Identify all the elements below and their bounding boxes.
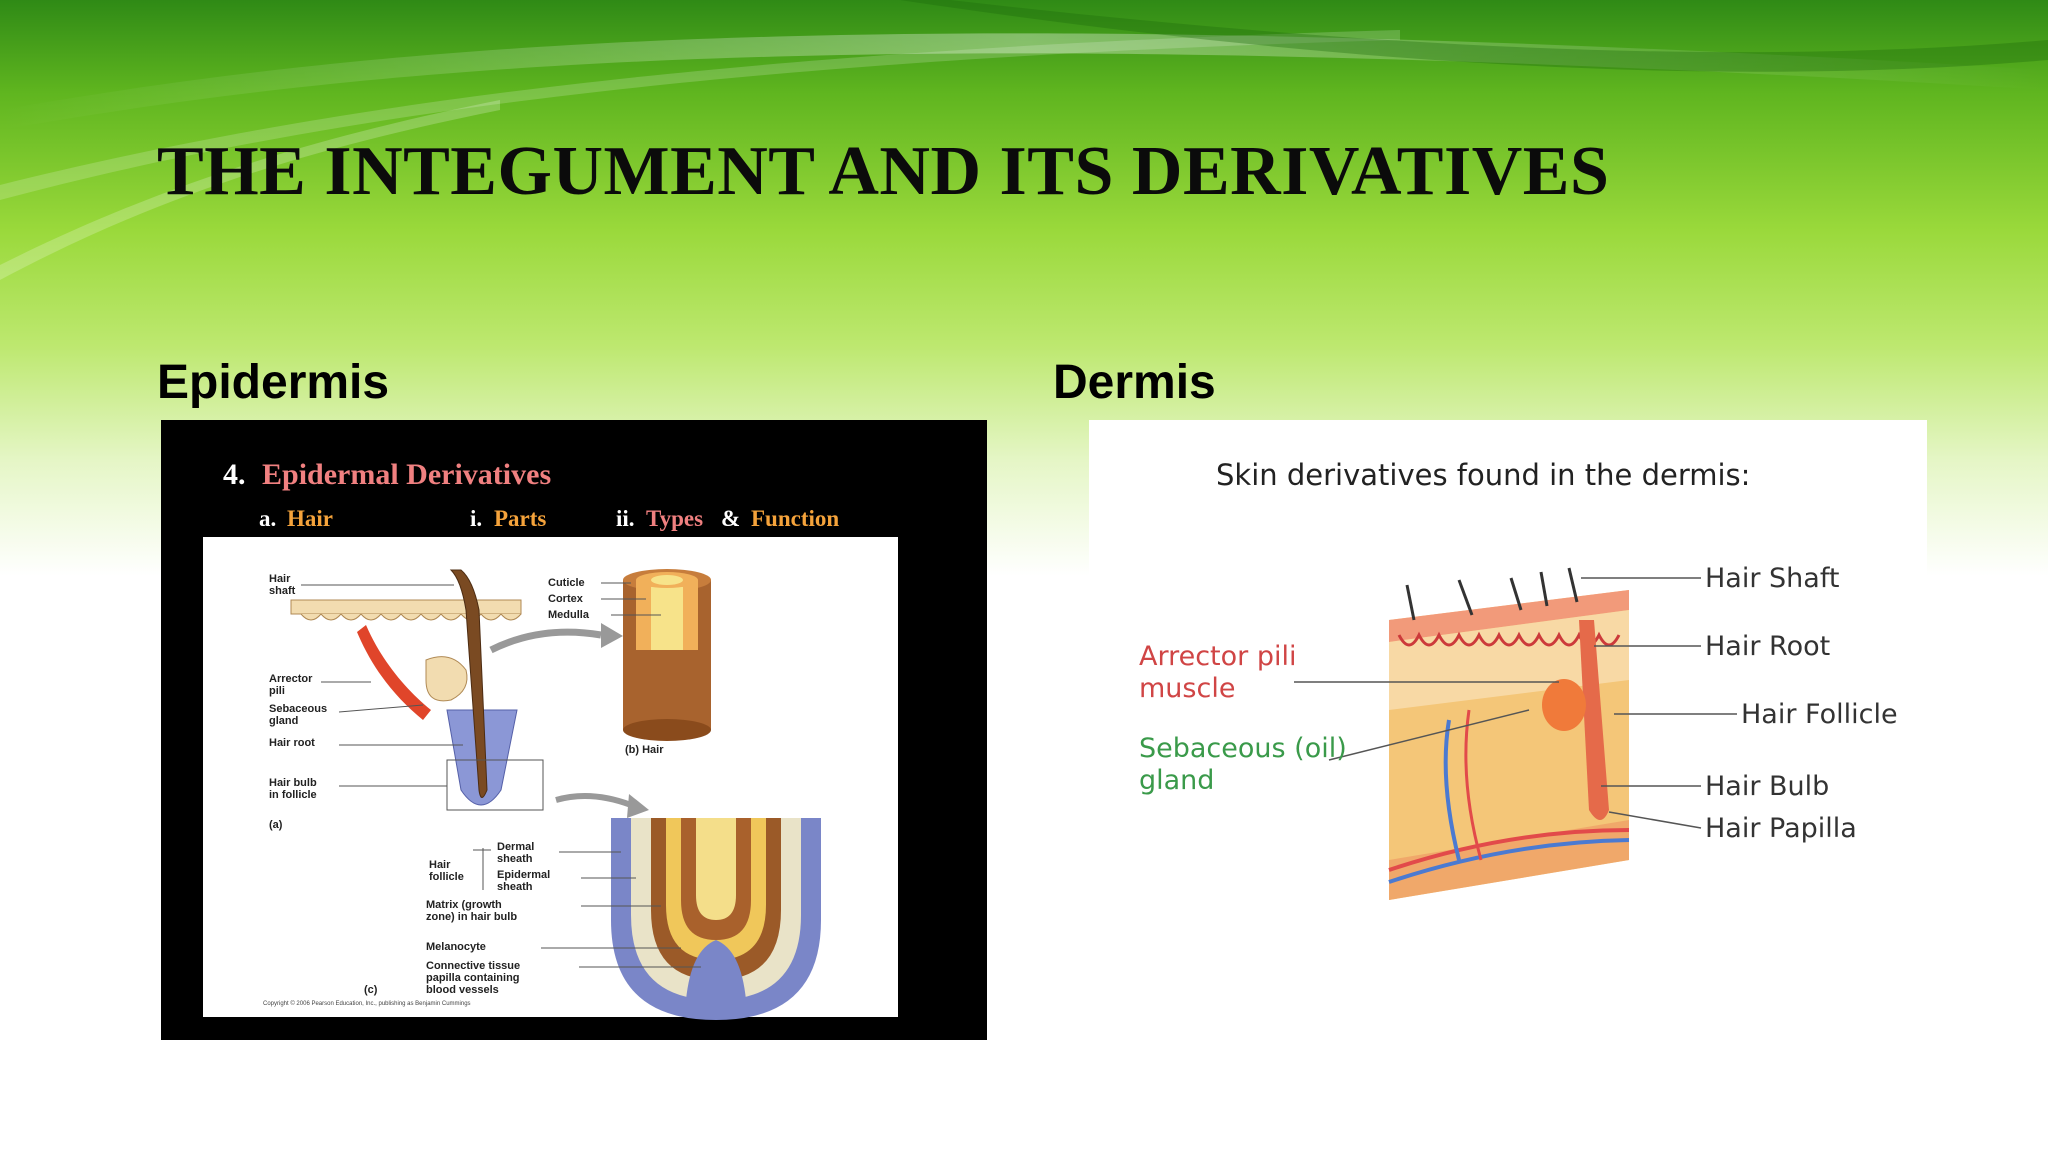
svg-text:Hair root: Hair root [269,737,315,749]
svg-text:Hair Root: Hair Root [1705,631,1830,662]
epidermal-figure-graphic: 4. Epidermal Derivatives a. Hair i. Part… [203,458,898,1020]
svg-text:follicle: follicle [429,871,464,883]
svg-text:gland: gland [1139,765,1214,796]
svg-text:sheath: sheath [497,881,533,893]
svg-text:Melanocyte: Melanocyte [426,941,486,953]
svg-text:ii.: ii. [616,506,635,531]
svg-text:Hair Follicle: Hair Follicle [1741,699,1898,730]
figure-number: 4. [223,458,246,491]
svg-text:pili: pili [269,685,285,697]
svg-text:Arrector: Arrector [269,673,313,685]
dermis-heading: Dermis [1053,356,1216,409]
svg-text:Cortex: Cortex [548,593,584,605]
svg-text:Hair: Hair [429,859,451,871]
svg-text:(a): (a) [269,819,283,831]
epidermis-heading: Epidermis [157,356,390,409]
svg-text:blood vessels: blood vessels [426,984,499,996]
svg-text:Medulla: Medulla [548,609,590,621]
svg-text:Hair Shaft: Hair Shaft [1705,563,1839,594]
subhead-function: Function [751,506,839,531]
svg-text:muscle: muscle [1139,673,1235,704]
svg-text:papilla containing: papilla containing [426,972,520,984]
subhead-hair: Hair [287,506,333,531]
figure-title: Epidermal Derivatives [262,458,551,491]
svg-text:Hair Bulb: Hair Bulb [1705,771,1829,802]
subhead-parts: Parts [494,506,546,531]
svg-text:Matrix (growth: Matrix (growth [426,899,502,911]
dermis-derivatives-figure: Skin derivatives found in the dermis: Ar… [1089,420,1927,940]
slide-title: THE INTEGUMENT AND ITS DERIVATIVES [157,133,1610,210]
svg-text:in follicle: in follicle [269,789,317,801]
svg-text:Connective tissue: Connective tissue [426,960,520,972]
svg-text:shaft: shaft [269,585,296,597]
dermis-figure-graphic: Skin derivatives found in the dermis: Ar… [1139,458,1898,900]
svg-text:Dermal: Dermal [497,841,534,853]
svg-text:(b) Hair: (b) Hair [625,744,664,756]
svg-text:Arrector pili: Arrector pili [1139,641,1297,672]
svg-text:(c): (c) [364,984,378,996]
svg-text:sheath: sheath [497,853,533,865]
svg-text:Hair bulb: Hair bulb [269,777,317,789]
svg-text:Epidermal: Epidermal [497,869,550,881]
subhead-types: Types [646,506,703,531]
svg-text:Sebaceous (oil): Sebaceous (oil) [1139,733,1347,764]
svg-text:&: & [721,506,740,531]
svg-text:i.: i. [470,506,482,531]
svg-text:Copyright © 2006 Pearson Educa: Copyright © 2006 Pearson Education, Inc.… [263,1000,471,1007]
svg-text:gland: gland [269,715,298,727]
svg-text:a.: a. [259,506,276,531]
svg-text:Cuticle: Cuticle [548,577,585,589]
epidermal-derivatives-figure: 4. Epidermal Derivatives a. Hair i. Part… [161,420,987,1040]
svg-text:Hair Papilla: Hair Papilla [1705,813,1857,844]
svg-text:zone) in hair bulb: zone) in hair bulb [426,911,517,923]
svg-text:Hair: Hair [269,573,291,585]
svg-text:Sebaceous: Sebaceous [269,703,327,715]
dermis-figure-title: Skin derivatives found in the dermis: [1216,458,1750,492]
